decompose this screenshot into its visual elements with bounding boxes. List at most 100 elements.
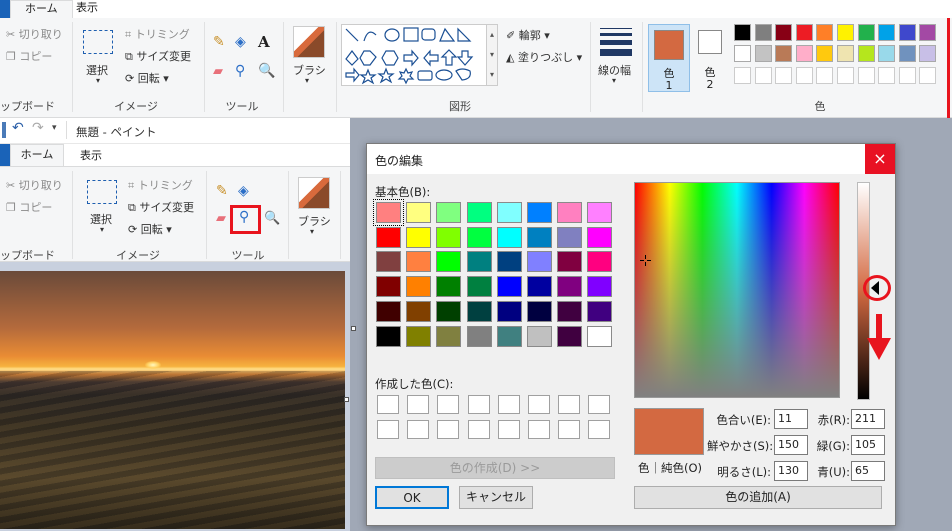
close-icon[interactable]: × [865,144,895,174]
palette-custom-slot[interactable] [754,67,772,84]
basic-color-swatch[interactable] [587,300,613,322]
palette-swatch[interactable] [754,24,772,41]
basic-color-swatch[interactable] [436,325,462,347]
resize-handle[interactable] [351,326,356,331]
palette-swatch[interactable] [795,24,813,41]
basic-color-swatch[interactable] [496,202,522,223]
palette-swatch[interactable] [898,45,916,62]
pencil-icon[interactable]: ✎ [213,34,225,50]
basic-color-swatch[interactable] [376,276,401,298]
rotate-button[interactable]: ⟳ 回転 ▾ [128,221,172,237]
palette-swatch[interactable] [878,24,896,41]
basic-color-swatch[interactable] [436,202,462,223]
basic-color-swatch[interactable] [466,226,492,248]
basic-color-swatch[interactable] [557,202,583,223]
basic-color-swatch[interactable] [376,226,401,248]
custom-color-slot[interactable] [558,420,581,439]
tab-view[interactable]: 表示 [62,0,112,18]
basic-color-swatch[interactable] [587,276,613,298]
basic-color-swatch[interactable] [527,251,552,273]
rotate-button[interactable]: ⟳ 回転 ▾ [125,70,169,86]
outline-button[interactable]: ✐ 輪郭 ▾ [506,27,550,43]
basic-color-swatch[interactable] [587,251,613,273]
basic-color-swatch[interactable] [376,325,401,347]
basic-color-swatch[interactable] [496,251,522,273]
shapes-scroll[interactable]: ▴ ▾ ▾ [486,24,498,86]
ok-button[interactable]: OK [375,486,449,509]
palette-swatch[interactable] [734,24,751,41]
palette-custom-slot[interactable] [837,67,854,84]
fill-button[interactable]: ◭ 塗りつぶし ▾ [506,49,582,65]
palette-swatch[interactable] [816,24,834,41]
palette-swatch[interactable] [775,45,793,62]
palette-custom-slot[interactable] [816,67,834,84]
basic-color-swatch[interactable] [376,300,401,322]
basic-color-swatch[interactable] [496,325,522,347]
sat-input[interactable]: 150 [774,435,808,455]
basic-color-swatch[interactable] [406,251,432,273]
crop-button[interactable]: ⌗ トリミング [125,26,190,42]
palette-swatch[interactable] [754,45,772,62]
cut-button[interactable]: ✂ 切り取り [6,26,63,42]
basic-color-swatch[interactable] [406,226,432,248]
custom-color-slot[interactable] [497,420,520,439]
custom-color-slot[interactable] [528,395,550,414]
text-icon[interactable]: A [258,33,270,51]
blue-input[interactable]: 65 [851,461,885,481]
palette-custom-slot[interactable] [878,67,896,84]
basic-color-swatch[interactable] [527,300,552,322]
brushes-button[interactable]: ブラシ [298,213,331,229]
basic-color-swatch[interactable] [527,226,552,248]
basic-color-swatch[interactable] [406,276,432,298]
pencil-icon[interactable]: ✎ [216,183,228,199]
copy-button[interactable]: ❐ コピー [6,48,52,64]
green-input[interactable]: 105 [851,435,885,455]
magnifier-icon[interactable]: 🔍 [258,63,275,79]
custom-color-slot[interactable] [437,395,460,414]
crop-button[interactable]: ⌗ トリミング [128,177,193,193]
basic-color-swatch[interactable] [406,300,432,322]
custom-color-slot[interactable] [467,395,490,414]
palette-swatch[interactable] [857,45,875,62]
palette-swatch[interactable] [857,24,875,41]
copy-button[interactable]: ❐ コピー [6,199,52,215]
eyedropper-icon[interactable]: ⚲ [239,209,249,225]
lum-input[interactable]: 130 [774,461,808,481]
tab-view[interactable]: 表示 [80,147,102,163]
basic-color-swatch[interactable] [557,276,583,298]
fill-icon[interactable]: ◈ [235,34,246,50]
basic-color-swatch[interactable] [527,325,552,347]
basic-color-swatch[interactable] [557,300,583,322]
add-to-custom-colors-button[interactable]: 色の追加(A) [634,486,882,509]
palette-swatch[interactable] [795,45,813,62]
basic-color-swatch[interactable] [587,226,613,248]
basic-color-swatch[interactable] [436,226,462,248]
basic-color-swatch[interactable] [466,276,492,298]
redo-icon[interactable]: ↷ [32,120,44,136]
magnifier-icon[interactable]: 🔍 [264,211,280,226]
basic-color-swatch[interactable] [557,325,583,347]
palette-custom-slot[interactable] [919,67,937,84]
basic-color-swatch[interactable] [376,251,401,273]
custom-color-slot[interactable] [437,420,460,439]
sunset-photo[interactable] [0,271,345,529]
basic-color-swatch[interactable] [527,202,552,223]
palette-swatch[interactable] [837,45,854,62]
basic-color-swatch[interactable] [466,325,492,347]
palette-custom-slot[interactable] [898,67,916,84]
eraser-icon[interactable]: ▰ [213,64,223,79]
palette-swatch[interactable] [734,45,751,62]
palette-swatch[interactable] [816,45,834,62]
undo-icon[interactable]: ↶ [12,120,24,136]
custom-color-slot[interactable] [407,395,430,414]
luminance-pointer[interactable] [863,274,893,303]
basic-color-swatch[interactable] [557,251,583,273]
basic-color-swatch[interactable] [436,251,462,273]
resize-button[interactable]: ⧉ サイズ変更 [128,199,194,215]
eyedropper-icon[interactable]: ⚲ [235,63,245,79]
customize-qat-icon[interactable]: ▾ [52,123,57,133]
basic-color-swatch[interactable] [527,276,552,298]
hue-input[interactable]: 11 [774,409,808,429]
palette-swatch[interactable] [775,24,793,41]
define-custom-colors-button[interactable]: 色の作成(D) >> [375,457,615,479]
